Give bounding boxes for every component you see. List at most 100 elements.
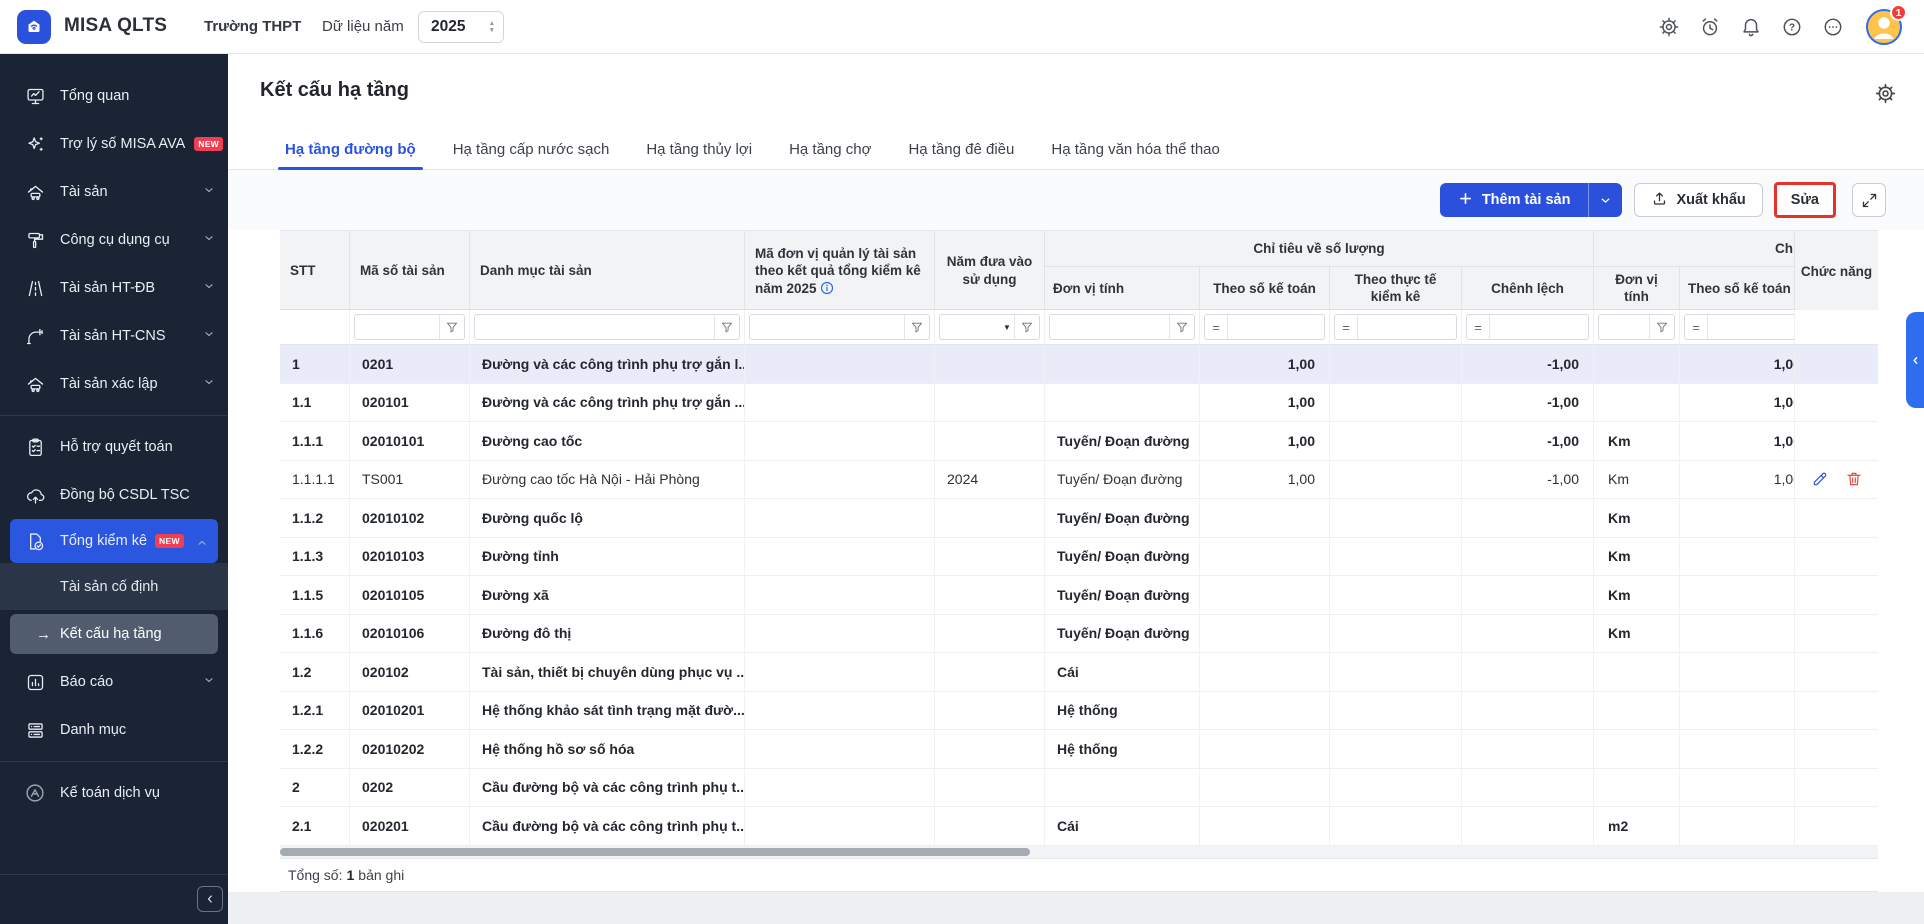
edit-button-highlighted[interactable]: Sửa [1774, 182, 1836, 218]
dropdown-caret-icon[interactable]: ▼ [1000, 323, 1014, 332]
settings-gear-icon[interactable] [1657, 15, 1681, 39]
sidebar-subitem[interactable]: Tài sản cố định [0, 563, 228, 610]
table-row[interactable]: 1.1.202010102Đường quốc lộTuyến/ Đoạn đư… [280, 499, 1878, 538]
cell-name: Đường và các công trình phụ trợ gắn l... [470, 345, 745, 383]
equals-operator[interactable]: = [1467, 320, 1489, 335]
table-row[interactable]: 1.1020101Đường và các công trình phụ trợ… [280, 384, 1878, 423]
filter-funnel-icon[interactable] [1170, 320, 1194, 334]
cell-actions [1794, 769, 1878, 807]
filter-funnel-icon[interactable] [905, 320, 929, 334]
expand-fullscreen-button[interactable] [1852, 183, 1886, 217]
sidebar-item[interactable]: Danh mục [0, 706, 228, 754]
column-header[interactable]: Danh mục tài sản [470, 231, 745, 311]
tab-inactive[interactable]: Hạ tầng cấp nước sạch [453, 130, 610, 169]
app-window: MISA QLTS Trường THPT Dữ liệu năm 2025 ▲… [0, 0, 1924, 924]
alarm-clock-icon[interactable] [1698, 15, 1722, 39]
cell-book1: 1,00 [1200, 384, 1330, 422]
equals-operator[interactable]: = [1205, 320, 1227, 335]
export-button[interactable]: Xuất khẩu [1634, 183, 1762, 217]
column-header[interactable]: Chênh lệch [1462, 267, 1594, 311]
cell-actions [1794, 422, 1878, 460]
sidebar-item[interactable]: Tài sản HT-ĐB [0, 264, 228, 312]
cell-unit2 [1594, 653, 1680, 691]
sidebar-item[interactable]: Công cụ dụng cụ [0, 216, 228, 264]
table-row[interactable]: 2.1020201Cầu đường bộ và các công trình … [280, 807, 1878, 846]
filter-input-unit2[interactable] [1599, 315, 1649, 339]
sidebar-item[interactable]: Tài sản xác lập [0, 360, 228, 408]
edit-pencil-icon[interactable] [1810, 470, 1829, 489]
filter-funnel-icon[interactable] [1015, 320, 1039, 334]
sidebar-item[interactable]: Tài sản [0, 168, 228, 216]
table-row[interactable]: 1.2.202010202Hệ thống hồ sơ số hóaHệ thố… [280, 730, 1878, 769]
add-asset-dropdown-button[interactable] [1588, 183, 1622, 217]
filter-input-diff1[interactable] [1490, 315, 1588, 339]
tab-inactive[interactable]: Hạ tầng đê điều [908, 130, 1014, 169]
cell-year [935, 345, 1045, 383]
table-row[interactable]: 1.2020102Tài sản, thiết bị chuyên dùng p… [280, 653, 1878, 692]
filter-input-unit1[interactable] [1050, 315, 1169, 339]
table-row[interactable]: 1.1.502010105Đường xãTuyến/ Đoạn đườngKm [280, 576, 1878, 615]
column-header[interactable]: Mã đơn vị quản lý tài sản theo kết quả t… [745, 231, 935, 311]
filter-input-actual1[interactable] [1358, 315, 1456, 339]
cell-unit_code [745, 538, 935, 576]
filter-input-code[interactable] [355, 315, 439, 339]
column-header[interactable]: Theo thực tế kiểm kê [1330, 267, 1462, 311]
equals-operator[interactable]: = [1335, 320, 1357, 335]
column-header[interactable]: Mã số tài sản [350, 231, 470, 311]
filter-input-name[interactable] [475, 315, 714, 339]
user-avatar[interactable]: 1 [1866, 9, 1902, 45]
sidebar-item[interactable]: Tài sản HT-CNS [0, 312, 228, 360]
misa-qlts-logo-icon[interactable] [17, 10, 51, 44]
page-settings-gear-icon[interactable] [1872, 80, 1898, 106]
sidebar-item[interactable]: Hỗ trợ quyết toán [0, 423, 228, 471]
sidebar-collapse-button[interactable] [197, 886, 223, 912]
tab-inactive[interactable]: Hạ tầng thủy lợi [646, 130, 752, 169]
sidebar-item[interactable]: Tổng quan [0, 72, 228, 120]
sidebar-item[interactable]: Kế toán dịch vụ [0, 769, 228, 817]
column-header[interactable]: Năm đưa vào sử dụng [935, 231, 1045, 311]
notifications-bell-icon[interactable] [1739, 15, 1763, 39]
table-row[interactable]: 1.1.102010101Đường cao tốcTuyến/ Đoạn đư… [280, 422, 1878, 461]
filter-input-year[interactable] [940, 315, 1000, 339]
filter-funnel-icon[interactable] [715, 320, 739, 334]
table-row[interactable]: 1.1.1.1TS001Đường cao tốc Hà Nội - Hải P… [280, 461, 1878, 500]
table-row[interactable]: 1.2.102010201Hệ thống khảo sát tình trạn… [280, 692, 1878, 731]
column-header[interactable]: Theo số kế toán [1680, 267, 1810, 311]
add-asset-button[interactable]: Thêm tài sản [1440, 183, 1623, 217]
filter-input-unit_code[interactable] [750, 315, 904, 339]
more-options-icon[interactable] [1821, 15, 1845, 39]
cell-unit1: Cái [1045, 653, 1200, 691]
filter-box: = [1684, 314, 1805, 340]
cell-diff1 [1462, 769, 1594, 807]
filter-funnel-icon[interactable] [1650, 320, 1674, 334]
horizontal-scrollbar-thumb[interactable] [280, 848, 1030, 856]
year-select[interactable]: 2025 ▲▼ [418, 11, 504, 43]
filter-funnel-icon[interactable] [440, 320, 464, 334]
sidebar-item[interactable]: Tổng kiểm kêNEW [10, 519, 218, 563]
sidebar-item[interactable]: Đồng bộ CSDL TSC [0, 471, 228, 519]
sparkles-icon [24, 133, 46, 155]
sidebar-subitem[interactable]: →Kết cấu hạ tầng [10, 614, 218, 654]
sidebar-item[interactable]: Báo cáo [0, 658, 228, 706]
right-panel-toggle[interactable] [1906, 312, 1924, 408]
table-row[interactable]: 20202Cầu đường bộ và các công trình phụ … [280, 769, 1878, 808]
equals-operator[interactable]: = [1685, 320, 1707, 335]
column-header[interactable]: Đơn vị tính [1594, 267, 1680, 311]
column-header[interactable]: Đơn vị tính [1045, 267, 1200, 311]
table-row[interactable]: 1.1.602010106Đường đô thịTuyến/ Đoạn đườ… [280, 615, 1878, 654]
tab-active[interactable]: Hạ tầng đường bộ [285, 130, 416, 169]
tab-inactive[interactable]: Hạ tầng chợ [789, 130, 871, 169]
table-row[interactable]: 1.1.302010103Đường tỉnhTuyến/ Đoạn đường… [280, 538, 1878, 577]
help-icon[interactable]: ? [1780, 15, 1804, 39]
table-row[interactable]: 10201Đường và các công trình phụ trợ gắn… [280, 345, 1878, 384]
delete-trash-icon[interactable] [1844, 470, 1863, 489]
filter-input-book1[interactable] [1228, 315, 1324, 339]
cell-book2: 1,00 [1680, 461, 1810, 499]
column-header[interactable]: STT [280, 231, 350, 311]
filter-input-book2[interactable] [1708, 315, 1804, 339]
tab-inactive[interactable]: Hạ tầng văn hóa thể thao [1051, 130, 1219, 169]
cell-name: Đường cao tốc Hà Nội - Hải Phòng [470, 461, 745, 499]
sidebar-item[interactable]: Trợ lý số MISA AVANEW [0, 120, 228, 168]
column-header[interactable]: Theo số kế toán [1200, 267, 1330, 311]
year-spinner-icon[interactable]: ▲▼ [489, 21, 495, 34]
